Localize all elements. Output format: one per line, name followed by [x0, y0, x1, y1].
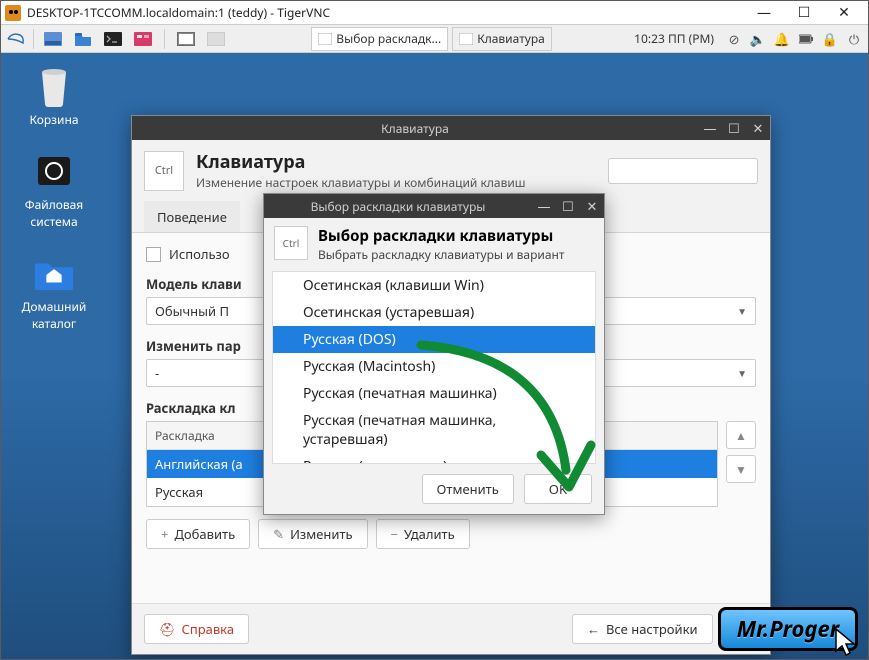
tigervnc-icon [5, 5, 21, 21]
page-title: Клавиатура [196, 150, 526, 174]
chevron-down-icon: ▼ [737, 366, 747, 380]
layout-list[interactable]: Осетинская (клавиши Win)Осетинская (уста… [272, 271, 596, 464]
settings-header: Ctrl Клавиатура Изменение настроек клави… [132, 140, 770, 201]
add-layout-button[interactable]: +Добавить [146, 519, 250, 549]
combo-value: - [155, 364, 159, 382]
host-title: DESKTOP-1TCCOMM.localdomain:1 (teddy) - … [27, 4, 744, 21]
show-desktop-icon[interactable] [40, 28, 66, 50]
ctrl-key-icon: Ctrl [274, 226, 308, 260]
remote-desktop: Выбор раскладк... Клавиатура 10:23 ПП (P… [1, 25, 868, 659]
dialog-maximize-button[interactable]: ☐ [556, 194, 580, 218]
icon-label: Файловая система [9, 196, 99, 230]
kali-menu-icon[interactable] [5, 28, 27, 50]
watermark: Mr.Proger [718, 607, 858, 651]
chevron-down-icon: ▼ [737, 304, 747, 318]
layout-option[interactable]: Русская (устаревшая) [273, 453, 595, 464]
host-close-button[interactable]: ✕ [824, 2, 864, 24]
search-input[interactable] [608, 158, 758, 184]
combo-value: Обычный П [155, 302, 229, 320]
volume-icon[interactable]: 🔈 [748, 30, 768, 48]
dialog-window-title: Выбор раскладки клавиатуры [264, 198, 532, 215]
ctrl-key-icon: Ctrl [144, 151, 184, 191]
layout-option[interactable]: Осетинская (клавиши Win) [273, 272, 595, 299]
terminal-icon[interactable] [100, 28, 126, 50]
layout-option[interactable]: Русская (печатная машинка) [273, 380, 595, 407]
clock[interactable]: 10:23 ПП (PM) [634, 30, 714, 47]
filesystem-icon[interactable]: Файловая система [9, 150, 99, 230]
host-titlebar[interactable]: DESKTOP-1TCCOMM.localdomain:1 (teddy) - … [1, 1, 868, 25]
use-defaults-checkbox[interactable] [146, 247, 161, 262]
dialog-footer: Отменить OK [264, 464, 604, 514]
network-icon[interactable]: ⊘ [724, 30, 744, 48]
taskbar-label: Клавиатура [477, 30, 545, 47]
layout-selection-dialog[interactable]: Выбор раскладки клавиатуры — ☐ ✕ Ctrl Вы… [263, 193, 605, 515]
keyboard-titlebar[interactable]: Клавиатура — ☐ ✕ [132, 116, 770, 140]
cancel-button[interactable]: Отменить [422, 474, 514, 504]
edit-layout-button[interactable]: ✎Изменить [258, 519, 367, 549]
layout-option[interactable]: Осетинская (устаревшая) [273, 299, 595, 326]
battery-icon[interactable] [796, 34, 816, 44]
dialog-header: Ctrl Выбор раскладки клавиатуры Выбрать … [264, 218, 604, 271]
window-minimize-button[interactable]: — [698, 116, 722, 140]
all-settings-button[interactable]: ←Все настройки [572, 614, 713, 644]
desktop-icons: Корзина Файловая система Домашний катало… [9, 65, 99, 332]
trash-icon[interactable]: Корзина [9, 65, 99, 128]
home-folder-icon[interactable]: Домашний каталог [9, 252, 99, 332]
window-title: Клавиатура [132, 120, 698, 137]
top-panel: Выбор раскладк... Клавиатура 10:23 ПП (P… [1, 25, 868, 53]
host-window: DESKTOP-1TCCOMM.localdomain:1 (teddy) - … [0, 0, 869, 660]
window-close-button[interactable]: ✕ [746, 116, 770, 140]
cursor-icon [832, 627, 860, 657]
file-manager-icon[interactable] [70, 28, 96, 50]
help-button[interactable]: ⛑Справка [144, 614, 249, 644]
settings-footer: ⛑Справка ←Все настройки × [132, 603, 770, 654]
taskbar-item-keyboard[interactable]: Клавиатура [452, 27, 552, 51]
workspace1-icon[interactable] [173, 28, 199, 50]
dialog-titlebar[interactable]: Выбор раскладки клавиатуры — ☐ ✕ [264, 194, 604, 218]
icon-label: Домашний каталог [9, 298, 99, 332]
dialog-title: Выбор раскладки клавиатуры [318, 226, 564, 246]
notification-icon[interactable]: 🔔 [772, 30, 792, 48]
layout-option[interactable]: Русская (Macintosh) [273, 353, 595, 380]
host-maximize-button[interactable]: ☐ [784, 2, 824, 24]
tab-behavior[interactable]: Поведение [144, 201, 240, 232]
taskbar-item-layout-dialog[interactable]: Выбор раскладк... [311, 27, 448, 51]
icon-label: Корзина [29, 111, 78, 128]
ok-button[interactable]: OK [524, 474, 592, 504]
move-down-button[interactable]: ▼ [726, 455, 756, 483]
power-icon[interactable]: ⏻ [844, 30, 864, 48]
dialog-close-button[interactable]: ✕ [580, 194, 604, 218]
layout-option[interactable]: Русская (DOS) [273, 326, 595, 353]
use-defaults-label: Использо [169, 245, 230, 263]
workspace2-icon[interactable] [203, 28, 229, 50]
move-up-button[interactable]: ▲ [726, 421, 756, 449]
delete-layout-button[interactable]: −Удалить [376, 519, 470, 549]
dialog-minimize-button[interactable]: — [532, 194, 556, 218]
window-maximize-button[interactable]: ☐ [722, 116, 746, 140]
host-minimize-button[interactable]: — [744, 2, 784, 24]
layout-option[interactable]: Русская (печатная машинка, устаревшая) [273, 407, 595, 453]
page-subtitle: Изменение настроек клавиатуры и комбинац… [196, 174, 526, 191]
dialog-subtitle: Выбрать раскладку клавиатуры и вариант [318, 246, 564, 263]
launcher-icon[interactable] [130, 28, 156, 50]
lock-icon[interactable]: 🔒 [820, 30, 840, 48]
taskbar-label: Выбор раскладк... [336, 30, 441, 47]
